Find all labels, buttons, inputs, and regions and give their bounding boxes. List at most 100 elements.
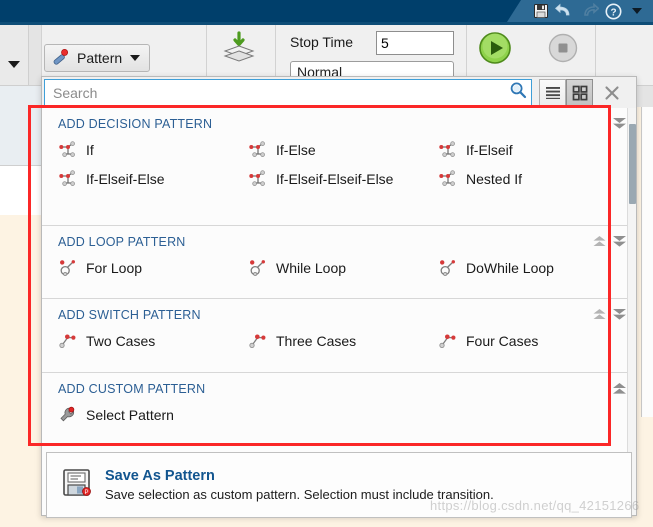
gallery-item-if-elseif[interactable]: If-Elseif <box>438 135 628 164</box>
chevron-down-icon <box>130 55 141 61</box>
run-icon[interactable] <box>478 31 512 65</box>
background-right-edge <box>641 107 653 417</box>
section-collapse-controls <box>611 381 628 401</box>
gallery-item-if-elseif-else[interactable]: If-Elseif-Else <box>58 164 248 193</box>
switch-pattern-icon <box>438 331 458 351</box>
item-label: Three Cases <box>276 332 357 349</box>
section-title: ADD SWITCH PATTERN <box>58 308 201 322</box>
update-model-icon[interactable] <box>222 31 256 65</box>
search-icon[interactable] <box>509 81 527 104</box>
item-label: If <box>86 141 94 158</box>
section-items: Two Cases Three Cases Four Cases <box>42 322 636 364</box>
chevron-down-icon[interactable] <box>626 1 648 21</box>
decision-pattern-icon <box>438 169 458 189</box>
gallery-item-four-cases[interactable]: Four Cases <box>438 326 628 355</box>
help-icon[interactable]: ? <box>602 1 624 21</box>
item-label: DoWhile Loop <box>466 259 554 276</box>
section-items: For Loop While Loop DoWhile Loop <box>42 249 636 291</box>
stop-time-input[interactable]: 5 <box>376 31 454 55</box>
item-label: Nested If <box>466 170 523 187</box>
section-title: ADD LOOP PATTERN <box>58 235 186 249</box>
item-label: While Loop <box>276 259 347 276</box>
search-input[interactable]: Search <box>44 79 532 106</box>
pattern-dropdown-button[interactable]: Pattern <box>44 44 151 72</box>
gallery-search-row: Search <box>42 77 636 108</box>
gallery-item-two-cases[interactable]: Two Cases <box>58 326 248 355</box>
item-label: Two Cases <box>86 332 156 349</box>
stop-time-label: Stop Time <box>290 34 354 50</box>
custom-pattern-icon <box>58 405 78 425</box>
collapse-all-down-icon[interactable] <box>611 116 628 136</box>
chevron-down-icon[interactable] <box>8 61 20 68</box>
loop-pattern-icon <box>248 258 268 278</box>
switch-pattern-icon <box>248 331 268 351</box>
expand-up-icon[interactable] <box>611 381 628 401</box>
pattern-icon <box>51 47 71 70</box>
item-label: If-Elseif <box>466 141 513 158</box>
loop-pattern-icon <box>438 258 458 278</box>
save-as-pattern-icon: P <box>61 467 93 504</box>
section-items: Select Pattern <box>42 396 636 438</box>
collapse-down-icon[interactable] <box>611 234 628 254</box>
gallery-item-for-loop[interactable]: For Loop <box>58 253 248 282</box>
stop-icon <box>548 33 578 63</box>
undo-icon[interactable] <box>554 1 576 21</box>
section-title: ADD CUSTOM PATTERN <box>58 382 206 396</box>
save-as-pattern-texts: Save As Pattern Save selection as custom… <box>105 468 494 502</box>
item-label: Select Pattern <box>86 406 174 423</box>
decision-pattern-icon <box>58 140 78 160</box>
save-icon[interactable] <box>530 1 552 21</box>
view-toggle-group <box>539 79 593 106</box>
gallery-item-three-cases[interactable]: Three Cases <box>248 326 438 355</box>
gallery-section-switch: ADD SWITCH PATTERN Two Cases Three Cases… <box>42 299 636 373</box>
pattern-gallery-panel: Search ADD DECISION PATTERN If If-Else I… <box>41 76 637 516</box>
gallery-item-while-loop[interactable]: While Loop <box>248 253 438 282</box>
decision-pattern-icon <box>248 169 268 189</box>
section-items: If If-Else If-Elseif If-Elseif-Else If-E… <box>42 131 636 202</box>
background-left-cream <box>0 215 41 527</box>
switch-pattern-icon <box>58 331 78 351</box>
redo-icon <box>578 1 600 21</box>
app-root: ? Pattern Stop Time 5 Normal Search ADD … <box>0 0 653 527</box>
collapse-down-icon[interactable] <box>611 307 628 327</box>
gallery-item-nested-if[interactable]: Nested If <box>438 164 628 193</box>
section-collapse-controls <box>592 234 628 254</box>
expand-up-icon[interactable] <box>592 307 607 327</box>
expand-up-icon[interactable] <box>592 234 607 254</box>
gallery-item-if[interactable]: If <box>58 135 248 164</box>
list-view-icon[interactable] <box>539 79 566 106</box>
gallery-item-select-pattern[interactable]: Select Pattern <box>58 400 308 429</box>
item-label: Four Cases <box>466 332 539 349</box>
toolbar-left-rail <box>0 25 29 85</box>
decision-pattern-icon <box>438 140 458 160</box>
section-collapse-controls <box>611 116 628 136</box>
decision-pattern-icon <box>58 169 78 189</box>
gallery-section-custom: ADD CUSTOM PATTERN Select Pattern <box>42 373 636 443</box>
item-label: If-Elseif-Else <box>86 170 165 187</box>
section-title: ADD DECISION PATTERN <box>58 117 213 131</box>
gallery-item-dowhile-loop[interactable]: DoWhile Loop <box>438 253 628 282</box>
scrollbar-thumb[interactable] <box>629 124 636 204</box>
gallery-item-if-else[interactable]: If-Else <box>248 135 438 164</box>
background-left-white <box>0 165 41 217</box>
title-bar: ? <box>0 0 653 22</box>
background-left-grey <box>0 85 41 166</box>
gallery-item-if-elseif-elseif-else[interactable]: If-Elseif-Elseif-Else <box>248 164 438 193</box>
save-as-pattern-title: Save As Pattern <box>105 468 215 484</box>
background-right-grey <box>637 85 653 107</box>
item-label: If-Elseif-Elseif-Else <box>276 170 394 187</box>
decision-pattern-icon <box>248 140 268 160</box>
quick-access-toolbar: ? <box>507 0 653 22</box>
search-input-text: Search <box>53 84 98 101</box>
close-icon[interactable] <box>598 79 626 106</box>
item-label: If-Else <box>276 141 316 158</box>
svg-text:?: ? <box>610 7 616 18</box>
watermark-text: https://blog.csdn.net/qq_42151266 <box>430 498 640 513</box>
grid-view-icon[interactable] <box>566 79 593 106</box>
gallery-section-loop: ADD LOOP PATTERN For Loop While Loop DoW… <box>42 226 636 299</box>
gallery-section-decision: ADD DECISION PATTERN If If-Else If-Elsei… <box>42 108 636 226</box>
item-label: For Loop <box>86 259 143 276</box>
loop-pattern-icon <box>58 258 78 278</box>
svg-text:P: P <box>84 490 88 496</box>
section-collapse-controls <box>592 307 628 327</box>
